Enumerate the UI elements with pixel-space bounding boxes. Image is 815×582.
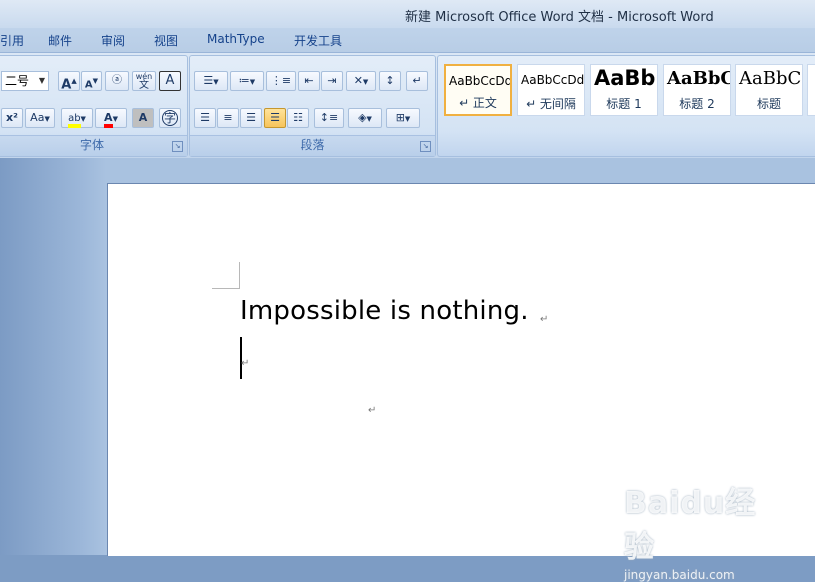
style-sample: AaBbC [667, 68, 731, 89]
style-name: ↵ 无间隔 [526, 97, 576, 111]
style-next-partial[interactable] [807, 64, 815, 116]
phonetic-guide-button[interactable]: wén 文 [132, 71, 156, 91]
superscript-icon: x² [6, 111, 18, 124]
font-group-label: 字体 [0, 135, 187, 156]
sort-icon: ↕ [385, 74, 395, 87]
style-heading-1[interactable]: AaBb 标题 1 [590, 64, 658, 116]
highlight-button[interactable]: ab▼ [61, 108, 93, 128]
align-right-button[interactable]: ☰ [240, 108, 262, 128]
highlighter-icon: ab [68, 113, 81, 128]
change-case-icon: Aa [30, 111, 45, 124]
paragraph-mark: ↵ [368, 405, 377, 416]
style-sample: AaBb [594, 66, 656, 90]
borders-icon: ⊞ [395, 111, 405, 124]
borders-button[interactable]: ⊞▼ [386, 108, 420, 128]
chinese-layout-icon: ✕ [353, 74, 363, 87]
shrink-font-button[interactable]: A▼ [81, 71, 102, 91]
tab-references[interactable]: 引用 [0, 32, 24, 49]
document-text-line[interactable]: Impossible is nothing. [240, 296, 529, 326]
align-right-icon: ☰ [246, 111, 256, 124]
decrease-indent-icon: ⇤ [304, 74, 314, 87]
baidu-watermark: Baidu经验 jingyan.baidu.com [624, 478, 784, 582]
style-name: 标题 1 [606, 97, 642, 111]
style-normal[interactable]: AaBbCcDd ↵ 正文 [444, 64, 512, 116]
align-center-icon: ≡ [223, 111, 233, 124]
clear-format-icon: ⓐ [112, 75, 122, 86]
multilevel-list-button[interactable]: ⋮≡ [266, 71, 296, 91]
styles-gallery: AaBbCcDd ↵ 正文 AaBbCcDd ↵ 无间隔 AaBb 标题 1 A… [437, 55, 815, 157]
paint-bucket-icon: ◈ [358, 111, 367, 124]
style-name: 标题 2 [679, 97, 715, 111]
margin-mark-vertical [239, 262, 240, 289]
paragraph-mark: ↵ [241, 358, 250, 369]
style-heading-2[interactable]: AaBbC 标题 2 [663, 64, 731, 116]
style-sample: AaBbC [739, 68, 802, 89]
shrink-font-icon: A [84, 79, 93, 91]
align-center-button[interactable]: ≡ [217, 108, 239, 128]
decrease-indent-button[interactable]: ⇤ [298, 71, 320, 91]
change-case-button[interactable]: Aa▼ [25, 108, 55, 128]
paragraph-group: ☰▼ ≔▼ ⋮≡ ⇤ ⇥ ✕▼ ↕ ↵ ☰ ≡ ☰ ☰ ☷ ↕≡ ◈▼ ⊞▼ 段… [189, 55, 436, 157]
style-no-spacing[interactable]: AaBbCcDd ↵ 无间隔 [517, 64, 585, 116]
font-group: 二号 ▼ A▲ A▼ ⓐ wén 文 A x² Aa▼ ab▼ A▼ A 字 字… [0, 55, 188, 157]
style-name: 标题 [756, 97, 781, 111]
grow-font-icon: A [61, 77, 72, 93]
paragraph-mark: ↵ [540, 314, 549, 325]
clear-format-button[interactable]: ⓐ [105, 71, 129, 91]
watermark-url: jingyan.baidu.com [624, 568, 735, 582]
tab-developer[interactable]: 开发工具 [294, 32, 342, 49]
bullets-button[interactable]: ☰▼ [194, 71, 228, 91]
font-size-value: 二号 [5, 74, 30, 88]
enclose-char-icon: 字 [161, 110, 178, 126]
multilevel-list-icon: ⋮≡ [270, 74, 292, 87]
font-color-icon: A [104, 111, 113, 128]
font-color-button[interactable]: A▼ [95, 108, 127, 128]
chinese-layout-button[interactable]: ✕▼ [346, 71, 376, 91]
style-name: ↵ 正文 [459, 96, 497, 110]
bullets-icon: ☰ [203, 74, 214, 87]
font-size-combo[interactable]: 二号 ▼ [1, 71, 49, 91]
chevron-down-icon: ▼ [38, 76, 45, 85]
line-spacing-icon: ↕≡ [319, 111, 339, 124]
watermark-brand: Baidu经验 [624, 486, 757, 565]
style-sample: AaBbCcDd [521, 73, 585, 87]
align-left-icon: ☰ [200, 111, 210, 124]
superscript-button[interactable]: x² [1, 108, 23, 128]
char-shading-icon: A [138, 111, 148, 124]
char-border-button[interactable]: A [159, 71, 181, 91]
line-spacing-button[interactable]: ↕≡ [314, 108, 344, 128]
justify-button[interactable]: ☰ [264, 108, 286, 128]
style-title[interactable]: AaBbC 标题 [735, 64, 803, 116]
char-shading-button[interactable]: A [132, 108, 154, 128]
style-sample: AaBbCcDd [449, 74, 512, 88]
title-bar: 新建 Microsoft Office Word 文档 - Microsoft … [0, 0, 815, 28]
tab-view[interactable]: 视图 [154, 32, 178, 49]
sort-button[interactable]: ↕ [379, 71, 401, 91]
ribbon: 二号 ▼ A▲ A▼ ⓐ wén 文 A x² Aa▼ ab▼ A▼ A 字 字… [0, 52, 815, 160]
show-marks-button[interactable]: ↵ [406, 71, 428, 91]
distributed-icon: ☷ [293, 111, 303, 124]
justify-icon: ☰ [270, 111, 280, 124]
grow-font-button[interactable]: A▲ [58, 71, 80, 93]
numbering-button[interactable]: ≔▼ [230, 71, 264, 91]
numbering-icon: ≔ [238, 74, 250, 87]
distributed-button[interactable]: ☷ [287, 108, 309, 128]
paragraph-group-label: 段落 [190, 135, 435, 156]
increase-indent-icon: ⇥ [327, 74, 337, 87]
ribbon-tab-bar: 引用 邮件 审阅 视图 MathType 开发工具 [0, 28, 815, 52]
margin-mark-horizontal [212, 288, 239, 289]
paragraph-dialog-launcher-icon[interactable]: ↘ [420, 141, 431, 152]
window-title: 新建 Microsoft Office Word 文档 - Microsoft … [405, 10, 714, 25]
char-border-icon: A [165, 73, 175, 88]
paragraph-mark-icon: ↵ [412, 74, 422, 87]
increase-indent-button[interactable]: ⇥ [321, 71, 343, 91]
tab-mailings[interactable]: 邮件 [48, 32, 72, 49]
tab-mathtype[interactable]: MathType [207, 32, 265, 46]
tab-review[interactable]: 审阅 [101, 32, 125, 49]
enclose-char-button[interactable]: 字 [159, 108, 181, 128]
align-left-button[interactable]: ☰ [194, 108, 216, 128]
shading-button[interactable]: ◈▼ [348, 108, 382, 128]
font-dialog-launcher-icon[interactable]: ↘ [172, 141, 183, 152]
